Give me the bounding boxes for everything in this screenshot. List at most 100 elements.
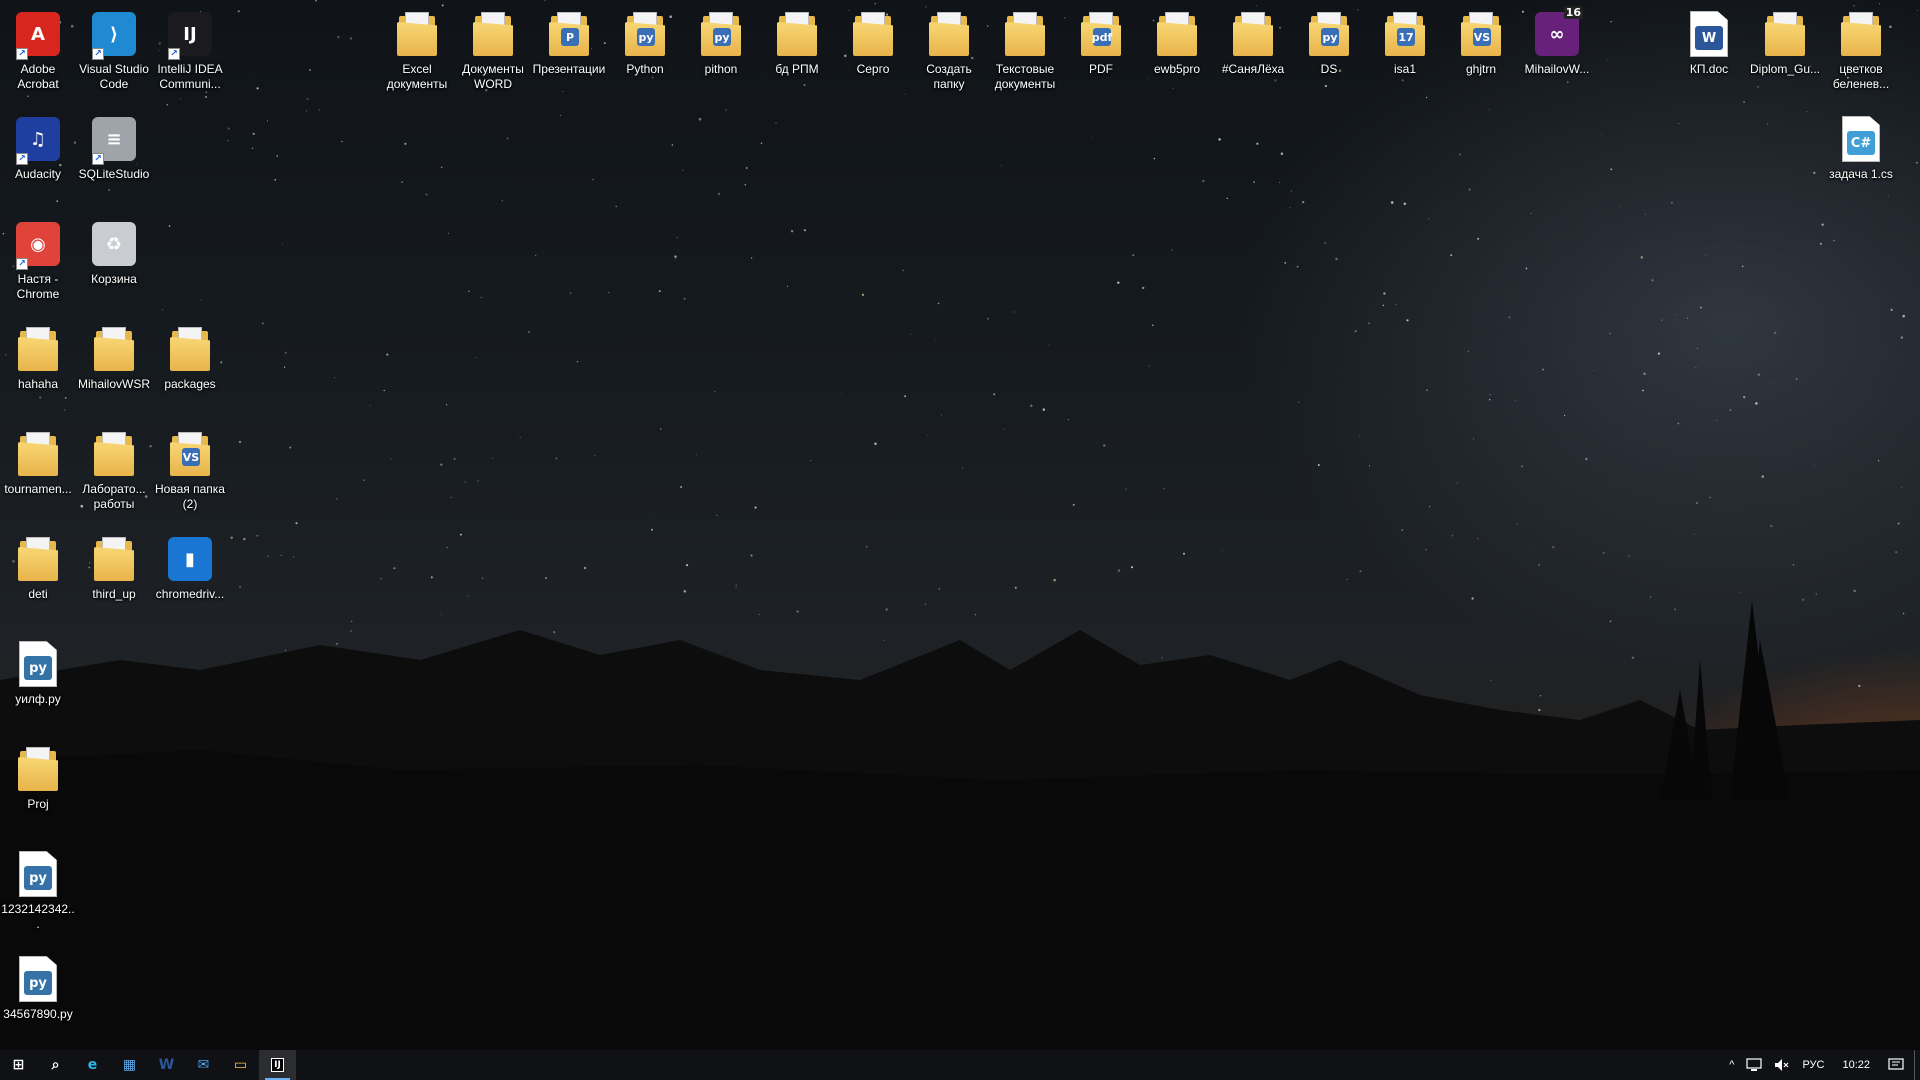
- desktop-icon-deti[interactable]: deti: [0, 529, 76, 602]
- exe-icon: ▮: [166, 535, 214, 583]
- desktop-icon-ds[interactable]: py DS: [1291, 4, 1367, 77]
- folder-icon: [1229, 10, 1277, 58]
- desktop-icon-pithon-folder[interactable]: py pithon: [683, 4, 759, 77]
- desktop-icon-label: deti: [28, 587, 48, 601]
- folder-icon: VS: [166, 430, 214, 478]
- desktop-icon-mihailovwsr[interactable]: MihailovWSR: [76, 319, 152, 392]
- desktop-icon-label: Audacity: [14, 167, 62, 181]
- desktop-icon-label: уилф.py: [15, 692, 61, 706]
- taskbar-explorer[interactable]: ▭: [222, 1050, 259, 1080]
- desktop-icon-word-docs[interactable]: Документы WORD: [455, 4, 531, 92]
- desktop-icon-create-folder[interactable]: Создать папку: [911, 4, 987, 92]
- desktop-icon-third-up[interactable]: third_up: [76, 529, 152, 602]
- intellij-icon: IJ ↗: [166, 10, 214, 60]
- desktop-icon-hahaha[interactable]: hahaha: [0, 319, 76, 392]
- edge-icon: e: [87, 1057, 98, 1073]
- desktop-icon-ghjtrn[interactable]: VS ghjtrn: [1443, 4, 1519, 77]
- taskbar-intellij[interactable]: IJ: [259, 1050, 296, 1080]
- folder-icon: [90, 430, 138, 478]
- desktop-icon-new-folder-2[interactable]: VS Новая папка (2): [152, 424, 228, 512]
- desktop-icon-intellij-idea[interactable]: IJ ↗ IntelliJ IDEA Communi...: [152, 4, 228, 92]
- word-file-icon: W: [1685, 10, 1733, 58]
- desktop-icon-isa1[interactable]: 17 isa1: [1367, 4, 1443, 77]
- taskbar-store[interactable]: ▦: [111, 1050, 148, 1080]
- desktop-icon-py-1232142342[interactable]: py 1232142342...: [0, 844, 76, 932]
- desktop-icon-chromedriver[interactable]: ▮ chromedriv...: [152, 529, 228, 602]
- desktop-icon-label: pithon: [704, 62, 738, 76]
- notification-icon[interactable]: [1882, 1050, 1910, 1080]
- desktop-icon-label: 1232142342...: [1, 902, 75, 931]
- desktop-icon-label: #СаняЛёха: [1221, 62, 1285, 76]
- desktop-icon-uilf-py[interactable]: py уилф.py: [0, 634, 76, 707]
- desktop-icon-sqlitestudio[interactable]: ≡ ↗ SQLiteStudio: [76, 109, 152, 182]
- search-button[interactable]: ⌕: [37, 1050, 74, 1080]
- folder-icon: [14, 745, 62, 793]
- desktop-icon-labs[interactable]: Лаборато... работы: [76, 424, 152, 512]
- desktop-icon-label: ghjtrn: [1465, 62, 1497, 76]
- desktop-icon-mihailovw-sln[interactable]: ∞ 16 MihailovW...: [1519, 4, 1595, 77]
- desktop-icon-label: Python: [626, 62, 664, 76]
- show-desktop-button[interactable]: [1914, 1050, 1920, 1080]
- desktop-icon-presentations[interactable]: P Презентации: [531, 4, 607, 77]
- taskbar-word[interactable]: W: [148, 1050, 185, 1080]
- desktop-icon-label: Настя - Chrome: [16, 272, 60, 301]
- desktop-icon-py-34567890[interactable]: py 34567890.py: [0, 949, 76, 1022]
- taskbar-mail[interactable]: ✉: [185, 1050, 222, 1080]
- desktop-icon-bd-rpm[interactable]: бд РПМ: [759, 4, 835, 77]
- file-type-glyph: W: [1695, 26, 1723, 50]
- folder-emblem: pdf: [1092, 28, 1112, 46]
- folder-icon: [925, 10, 973, 58]
- input-language[interactable]: РУС: [1796, 1050, 1830, 1080]
- start-button[interactable]: ⊞: [0, 1050, 37, 1080]
- folder-emblem: P: [561, 28, 579, 46]
- folder-emblem: py: [1321, 28, 1339, 46]
- desktop-icon-label: hahaha: [17, 377, 59, 391]
- desktop-icon-zadacha-1-cs[interactable]: C# задача 1.cs: [1823, 109, 1899, 182]
- desktop-icon-label: IntelliJ IDEA Communi...: [157, 62, 223, 91]
- volume-muted-icon[interactable]: [1768, 1050, 1796, 1080]
- desktop-icon-ewb5pro[interactable]: ewb5pro: [1139, 4, 1215, 77]
- chrome-icon: ◉ ↗: [14, 220, 62, 270]
- folder-emblem: VS: [1473, 28, 1491, 46]
- desktop-icon-excel-docs[interactable]: Excel документы: [379, 4, 455, 92]
- desktop-icon-proj[interactable]: Proj: [0, 739, 76, 812]
- app-glyph: ♻: [92, 222, 136, 266]
- desktop-icon-label: isa1: [1393, 62, 1416, 76]
- desktop-icon-label: Adobe Acrobat: [17, 62, 59, 91]
- folder-icon: [90, 535, 138, 583]
- desktop-icon-visual-studio-code[interactable]: ⟩ ↗ Visual Studio Code: [76, 4, 152, 92]
- shortcut-arrow-icon: ↗: [168, 48, 180, 60]
- desktop-icon-diplom-gu[interactable]: Diplom_Gu...: [1747, 4, 1823, 77]
- desktop-icon-tournament[interactable]: tournamen...: [0, 424, 76, 497]
- desktop-icon-adobe-acrobat[interactable]: A ↗ Adobe Acrobat: [0, 4, 76, 92]
- desktop-icon-sergo[interactable]: Серго: [835, 4, 911, 77]
- desktop-icon-sanya-lyokha[interactable]: #СаняЛёха: [1215, 4, 1291, 77]
- desktop-icon-packages[interactable]: packages: [152, 319, 228, 392]
- file-type-glyph: py: [24, 866, 52, 890]
- desktop-icon-text-docs[interactable]: Текстовые документы: [987, 4, 1063, 92]
- folder-icon: [1001, 10, 1049, 58]
- desktop-icon-label: КП.doc: [1689, 62, 1729, 76]
- store-icon: ▦: [122, 1057, 137, 1073]
- taskbar-edge[interactable]: e: [74, 1050, 111, 1080]
- visual-studio-icon: ∞ 16: [1533, 6, 1583, 58]
- folder-icon: py: [621, 10, 669, 58]
- desktop-icon-label: Текстовые документы: [994, 62, 1056, 91]
- desktop-icon-pdf-folder[interactable]: pdf PDF: [1063, 4, 1139, 77]
- python-file-icon: py: [14, 955, 62, 1003]
- desktop-icon-chrome-nastya[interactable]: ◉ ↗ Настя - Chrome: [0, 214, 76, 302]
- desktop-icon-kp-doc[interactable]: W КП.doc: [1671, 4, 1747, 77]
- python-file-icon: py: [14, 850, 62, 898]
- desktop-icon-label: third_up: [92, 587, 136, 601]
- search-icon: ⌕: [51, 1057, 60, 1073]
- desktop-icon-audacity[interactable]: ♫ ↗ Audacity: [0, 109, 76, 182]
- desktop-icon-tsvetkov-belenev[interactable]: цветков беленев...: [1823, 4, 1899, 92]
- tray-chevron-icon[interactable]: ^: [1723, 1050, 1740, 1080]
- desktop-icon-label: tournamen...: [4, 482, 72, 496]
- clock-time[interactable]: 10:22: [1830, 1050, 1882, 1080]
- shortcut-arrow-icon: ↗: [16, 258, 28, 270]
- file-type-glyph: py: [24, 656, 52, 680]
- desktop-icon-recycle-bin[interactable]: ♻ Корзина: [76, 214, 152, 287]
- network-icon[interactable]: [1740, 1050, 1768, 1080]
- desktop-icon-python-folder[interactable]: py Python: [607, 4, 683, 77]
